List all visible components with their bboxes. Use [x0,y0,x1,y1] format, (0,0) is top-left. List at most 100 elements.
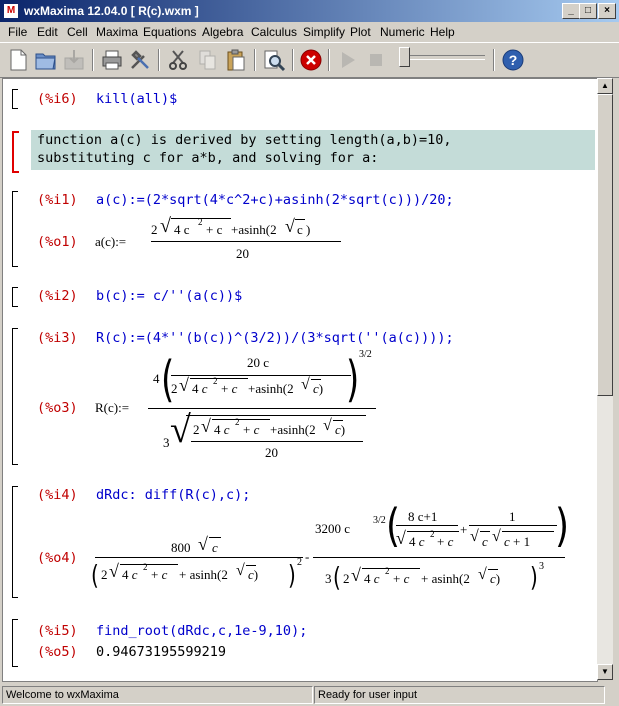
o3-exp: 3/2 [359,349,372,360]
menu-calculus[interactable]: Calculus [251,25,297,39]
status-state: Ready for user input [314,686,605,704]
menu-help[interactable]: Help [430,25,455,39]
title-bar: M wxMaxima 12.04.0 [ R(c).wxm ] _ □ × [0,0,619,22]
menu-equations[interactable]: Equations [143,25,196,39]
stop-icon[interactable] [364,48,388,72]
input-expression[interactable]: find_root(dRdc,c,1e-9,10); [96,623,307,639]
input-label: (%i5) [37,623,78,639]
o3-lhs: R(c):= [95,400,130,415]
cut-icon[interactable] [166,48,190,72]
o4-t1-num: 800 [171,540,191,555]
cell-bracket[interactable] [12,191,18,267]
sqrt-bar [295,219,305,220]
window-title: wxMaxima 12.04.0 [ R(c).wxm ] [24,4,199,18]
output-label: (%o5) [37,644,78,660]
settings-icon[interactable] [128,48,152,72]
o1-lhs: a(c):= [95,234,127,249]
help-icon[interactable]: ? [501,48,525,72]
open-icon[interactable] [34,48,58,72]
scroll-up-arrow[interactable]: ▲ [597,78,613,94]
menu-numeric[interactable]: Numeric [380,25,425,39]
cell-bracket[interactable] [12,486,18,598]
fraction-bar [95,557,303,558]
toolbar-separator [292,49,294,71]
o4-minus: - [305,549,310,564]
menu-cell[interactable]: Cell [67,25,88,39]
cell-bracket[interactable] [12,619,18,667]
minimize-button[interactable]: _ [562,3,580,19]
sqrt-symbol: √ [160,215,171,237]
find-icon[interactable] [262,48,286,72]
wxmaxima-app-icon: M [4,4,18,18]
input-expression[interactable]: b(c):= c/''(a(c))$ [96,288,242,304]
worksheet[interactable]: (%i6) kill(all)$ function a(c) is derive… [2,78,598,682]
input-label: (%i2) [37,288,78,304]
left-paren: ( [91,559,99,592]
o1-inner: 4 c [174,222,190,237]
fraction-bar [151,241,341,242]
input-expression[interactable]: a(c):=(2*sqrt(4*c^2+c)+asinh(2*sqrt(c)))… [96,192,454,208]
maximize-button[interactable]: □ [579,3,597,19]
input-label: (%i4) [37,487,78,503]
text-cell-line-2[interactable]: substituting c for a*b, and solving for … [37,150,378,166]
cell-bracket[interactable] [12,89,18,109]
menu-edit[interactable]: Edit [37,25,58,39]
close-button[interactable]: × [598,3,616,19]
o1-num-2: 2 [151,222,158,237]
o4-exp2: 2 [297,557,302,568]
status-bar: Welcome to wxMaxima Ready for user input [0,684,619,706]
o3-twenty: 20 [265,445,278,460]
menu-algebra[interactable]: Algebra [202,25,243,39]
o1-c: c [297,222,303,237]
interrupt-icon[interactable] [299,48,323,72]
print-icon[interactable] [100,48,124,72]
status-message: Welcome to wxMaxima [2,686,313,704]
menu-simplify[interactable]: Simplify [303,25,345,39]
toolbar-separator [158,49,160,71]
toolbar: ? [0,42,619,78]
text-cell-line-1[interactable]: function a(c) is derived by setting leng… [37,132,452,148]
vertical-scrollbar[interactable]: ▲ ▼ [597,78,613,680]
input-expression[interactable]: kill(all)$ [96,91,177,107]
input-label: (%i6) [37,91,78,107]
o1-asinh: +asinh(2 [231,222,277,237]
o3-four: 4 [153,371,160,386]
output-label: (%o4) [37,550,78,566]
toolbar-separator [328,49,330,71]
scroll-down-arrow[interactable]: ▼ [597,664,613,680]
o1-exp: 2 [198,217,203,227]
paste-icon[interactable] [224,48,248,72]
scroll-thumb[interactable] [597,94,613,396]
animation-slider-track[interactable] [403,55,485,60]
toolbar-separator [254,49,256,71]
new-icon[interactable] [6,48,30,72]
menu-plot[interactable]: Plot [350,25,371,39]
save-icon[interactable] [62,48,86,72]
right-paren: ) [346,351,360,409]
cell-bracket[interactable] [12,287,18,307]
menu-file[interactable]: File [8,25,27,39]
play-icon[interactable] [336,48,360,72]
sqrt-symbol: √ [285,216,295,236]
copy-icon[interactable] [196,48,220,72]
selected-cell-bracket[interactable] [12,131,19,173]
svg-text:?: ? [509,52,518,68]
output-label: (%o3) [37,400,78,416]
input-expression[interactable]: R(c):=(4*''(b(c))^(3/2))/(3*sqrt(''(a(c)… [96,330,454,346]
output-label: (%o1) [37,234,78,250]
o3-three: 3 [163,435,170,450]
animation-slider-thumb[interactable] [399,47,410,67]
right-paren: ) [555,501,570,553]
o1-close: ) [306,222,311,237]
menu-maxima[interactable]: Maxima [96,25,138,39]
cell-bracket[interactable] [12,328,18,465]
o4-exp3: 3 [539,561,544,572]
o4-t2-num: 3200 c [315,521,351,536]
o3-twenty-c: 20 c [247,355,270,370]
o1-plus-c: + c [206,222,223,237]
output-value: 0.94673195599219 [96,644,227,660]
input-label: (%i1) [37,192,78,208]
o4-three: 3 [325,571,332,586]
input-expression[interactable]: dRdc: diff(R(c),c); [96,487,250,503]
o4-eight-c: 8 c+1 [408,509,438,524]
